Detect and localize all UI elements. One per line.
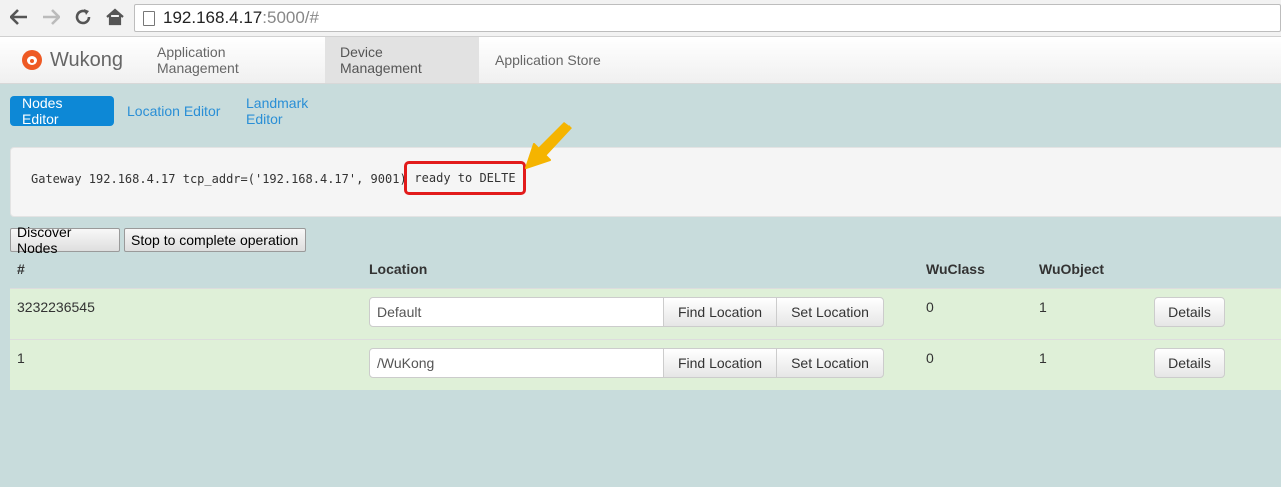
brand-name: Wukong: [50, 48, 124, 71]
nav-application-store[interactable]: Application Store: [480, 37, 616, 83]
details-button[interactable]: Details: [1154, 297, 1225, 327]
header-location: Location: [369, 261, 428, 277]
header-id: #: [17, 261, 25, 277]
wuclass-value: 0: [926, 350, 934, 366]
find-location-button[interactable]: Find Location: [663, 297, 777, 327]
node-id: 1: [17, 350, 25, 366]
header-wuobject: WuObject: [1039, 261, 1105, 277]
header-wuclass: WuClass: [926, 261, 985, 277]
status-text: Gateway 192.168.4.17 tcp_addr=('192.168.…: [31, 172, 407, 186]
app-navbar: Wukong Application Management Device Man…: [0, 37, 1281, 84]
location-input[interactable]: Default: [369, 297, 665, 327]
table-row: 3232236545 Default Find Location Set Loc…: [10, 288, 1281, 339]
node-id: 3232236545: [17, 299, 95, 315]
nav-device-management[interactable]: Device Management: [325, 37, 479, 83]
details-button[interactable]: Details: [1154, 348, 1225, 378]
back-arrow-icon[interactable]: [8, 6, 30, 28]
page-icon: [143, 10, 155, 26]
wuobject-value: 1: [1039, 299, 1047, 315]
status-panel: Gateway 192.168.4.17 tcp_addr=('192.168.…: [10, 147, 1281, 217]
set-location-button[interactable]: Set Location: [776, 297, 884, 327]
wukong-logo-icon: [22, 50, 42, 70]
pointer-arrow-icon: [525, 122, 572, 169]
table-row: 1 /WuKong Find Location Set Location 0 1…: [10, 339, 1281, 390]
url-path: :5000/#: [262, 8, 319, 27]
tab-location-editor[interactable]: Location Editor: [115, 96, 233, 126]
set-location-button[interactable]: Set Location: [776, 348, 884, 378]
address-bar[interactable]: 192.168.4.17:5000/#: [134, 4, 1281, 32]
discover-nodes-button[interactable]: Discover Nodes: [10, 224, 120, 256]
tab-landmark-editor[interactable]: Landmark Editor: [234, 95, 360, 127]
nav-application-management[interactable]: Application Management: [142, 37, 325, 83]
status-highlight: ready to DELTE: [404, 161, 526, 195]
location-input[interactable]: /WuKong: [369, 348, 665, 378]
wuobject-value: 1: [1039, 350, 1047, 366]
stop-operation-button[interactable]: Stop to complete operation: [124, 228, 306, 252]
tab-nodes-editor[interactable]: Nodes Editor: [10, 95, 114, 127]
url-host: 192.168.4.17: [163, 8, 263, 27]
browser-toolbar: 192.168.4.17:5000/#: [0, 0, 1281, 37]
wuclass-value: 0: [926, 299, 934, 315]
forward-arrow-icon[interactable]: [40, 6, 62, 28]
home-icon[interactable]: [104, 6, 126, 28]
find-location-button[interactable]: Find Location: [663, 348, 777, 378]
brand[interactable]: Wukong: [22, 37, 123, 83]
reload-icon[interactable]: [72, 6, 94, 28]
